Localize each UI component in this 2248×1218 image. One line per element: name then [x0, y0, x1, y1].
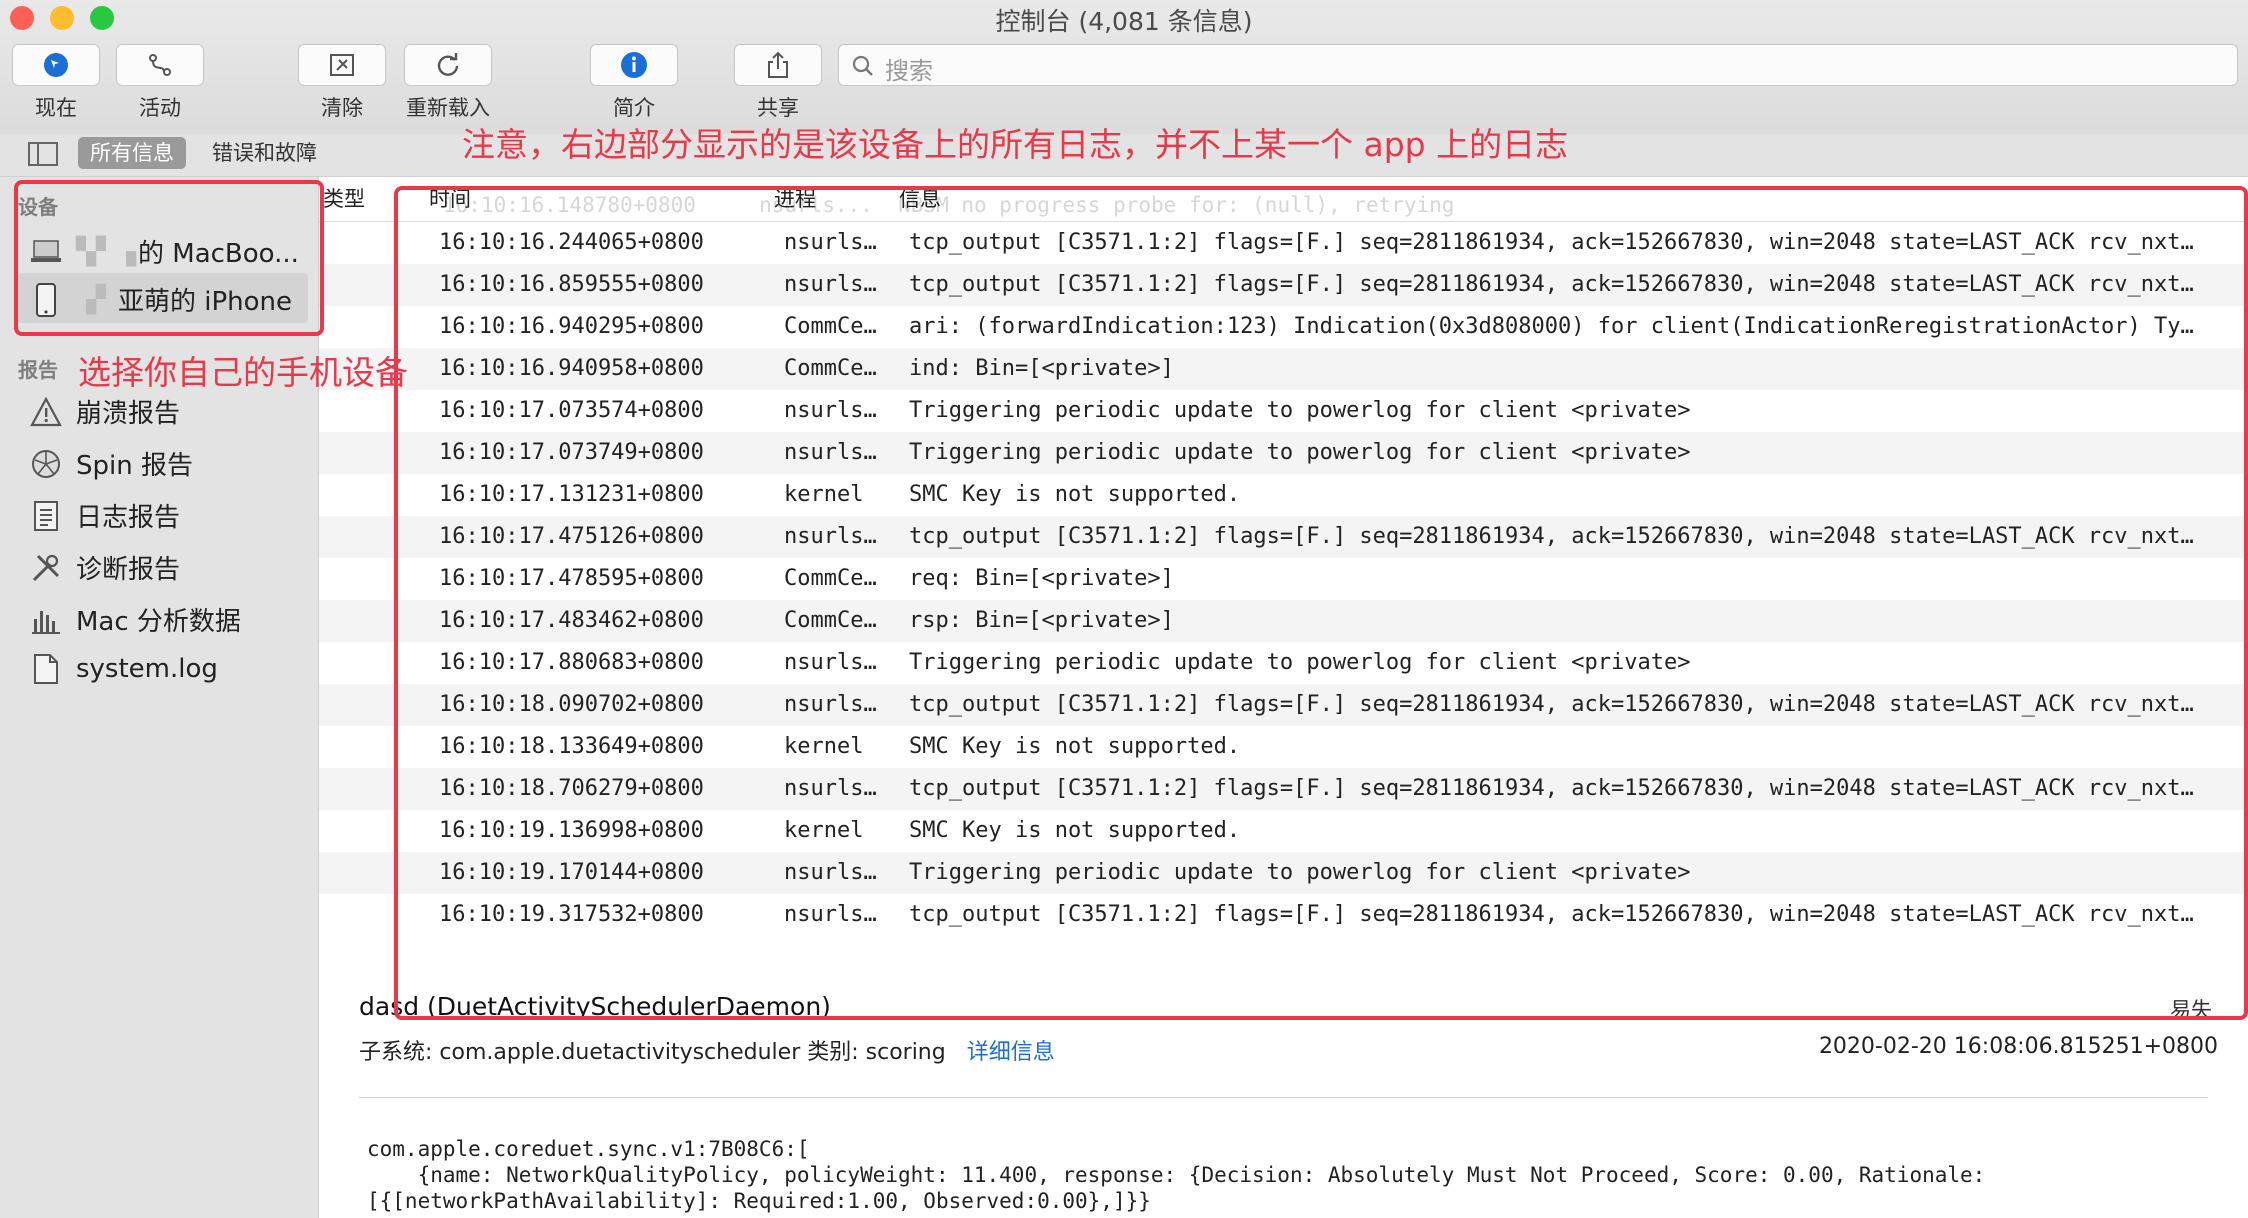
activity-label: 活动 [139, 96, 181, 120]
document-icon [30, 500, 62, 532]
details-link[interactable]: 详细信息 [967, 1040, 1055, 1065]
info-button[interactable] [590, 44, 678, 86]
sidebar-item-spin-reports[interactable]: Spin 报告 [30, 445, 193, 482]
clear-icon [330, 54, 354, 76]
sidebar-item-mac-analytics[interactable]: Mac 分析数据 [30, 601, 241, 638]
share-icon [768, 51, 788, 78]
sidebar-toggle-icon[interactable] [28, 142, 58, 166]
sidebar-item-crash-reports[interactable]: 崩溃报告 [30, 393, 180, 430]
sidebar-item-label: Spin 报告 [76, 451, 193, 481]
warning-icon [30, 396, 62, 428]
annotation-box-logs [394, 186, 2248, 1020]
search-icon [852, 55, 873, 76]
search-input[interactable]: 搜索 [838, 44, 2238, 86]
sidebar-item-label: 崩溃报告 [76, 399, 181, 429]
now-button[interactable] [12, 44, 100, 86]
detail-meta: 子系统: com.apple.duetactivityscheduler 类别:… [359, 1034, 1055, 1066]
now-icon [44, 53, 68, 77]
detail-message-line: com.apple.coreduet.sync.v1:7B08C6:[ [367, 1137, 810, 1161]
bars-icon [30, 604, 62, 636]
sidebar-item-label: 日志报告 [76, 503, 181, 533]
reload-button[interactable] [404, 44, 492, 86]
sidebar-item-label: system.log [76, 654, 218, 684]
sidebar-item-diagnostic-reports[interactable]: 诊断报告 [30, 549, 180, 586]
annotation-top: 注意，右边部分显示的是该设备上的所有日志，并不上某一个 app 上的日志 [462, 125, 1569, 164]
reports-header: 报告 [18, 358, 58, 382]
activity-icon [149, 54, 171, 76]
filter-errors-faults[interactable]: 错误和故障 [200, 137, 329, 169]
file-icon [30, 653, 62, 685]
column-type[interactable]: 类型 [323, 183, 365, 213]
search-placeholder: 搜索 [885, 57, 933, 85]
clear-button[interactable] [298, 44, 386, 86]
clear-label: 清除 [321, 96, 363, 120]
detail-meta-text: 子系统: com.apple.duetactivityscheduler 类别:… [359, 1040, 946, 1065]
share-button[interactable] [734, 44, 822, 86]
window-title: 控制台 (4,081 条信息) [995, 7, 1253, 36]
annotation-left: 选择你自己的手机设备 [78, 353, 408, 392]
divider [359, 1097, 2208, 1098]
filter-all-messages[interactable]: 所有信息 [78, 137, 186, 169]
spin-icon [30, 448, 62, 480]
sidebar-item-system-log[interactable]: system.log [30, 653, 218, 685]
now-label: 现在 [35, 96, 77, 120]
reload-icon [437, 53, 459, 76]
activity-button[interactable] [116, 44, 204, 86]
sidebar-item-label: Mac 分析数据 [76, 607, 241, 637]
sidebar-item-log-reports[interactable]: 日志报告 [30, 497, 180, 534]
annotation-box-devices [14, 180, 324, 336]
detail-message-line: {name: NetworkQualityPolicy, policyWeigh… [367, 1163, 1986, 1187]
tools-icon [30, 552, 62, 584]
sidebar-item-label: 诊断报告 [76, 555, 181, 585]
detail-timestamp: 2020-02-20 16:08:06.815251+0800 [1818, 1034, 2218, 1059]
detail-message-line: [{[networkPathAvailability]: Required:1.… [367, 1189, 1151, 1213]
info-icon [621, 52, 647, 78]
